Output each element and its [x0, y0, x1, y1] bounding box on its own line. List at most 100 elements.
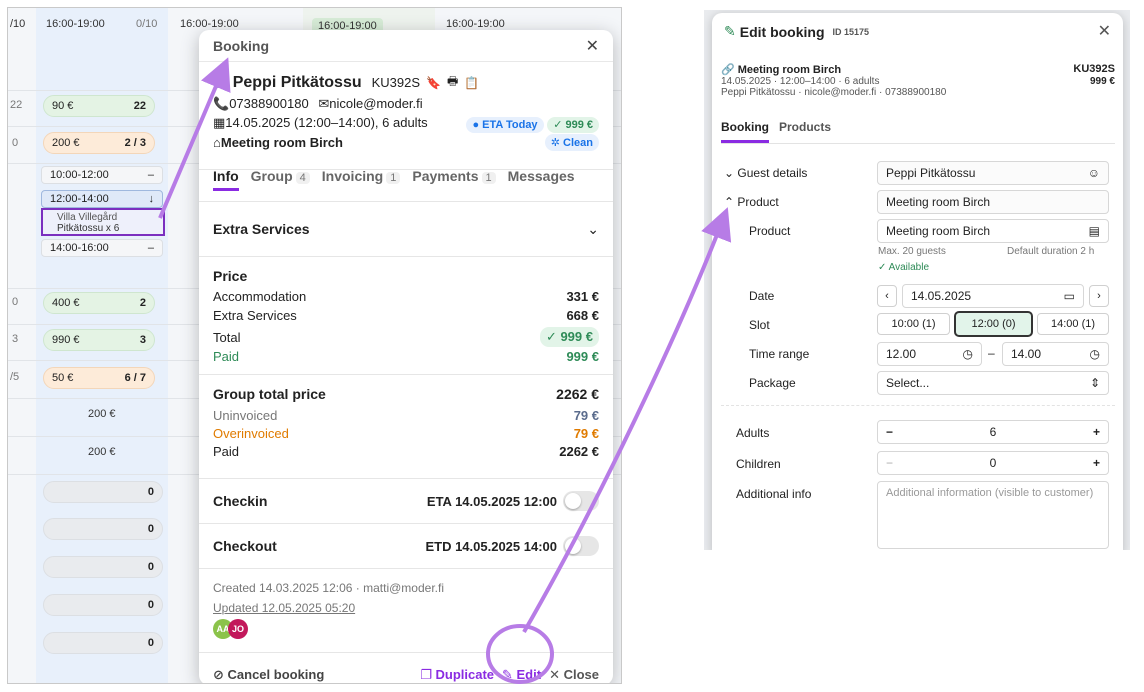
- checkin-section: Checkin ETA 14.05.2025 12:00: [199, 479, 613, 524]
- group-total-section: Group total price 2262 € Uninvoiced 79 € O…: [199, 375, 613, 479]
- adults-stepper[interactable]: −6 +: [877, 420, 1109, 444]
- time-from-field[interactable]: 12.00 ◷: [877, 342, 982, 366]
- calendar-screenshot: /10 16:00-19:00 0/10 16:00-19:00 16:00-1…: [7, 7, 622, 684]
- tab-group[interactable]: Group 4: [251, 168, 310, 191]
- slot-button[interactable]: 10:00 (1): [877, 313, 950, 335]
- price-text: 200 €: [88, 408, 116, 420]
- edit-button[interactable]: ✎ Edit: [502, 667, 541, 683]
- plus-icon[interactable]: +: [1093, 425, 1100, 439]
- package-select[interactable]: Select... ⇕: [877, 371, 1109, 395]
- slot-count: 0/10: [136, 18, 158, 30]
- edit-booking-panel: ✎ Edit booking ID 15175 ✕ 🔗 Meeting room…: [712, 13, 1123, 550]
- email: nicole@moder.fi: [329, 96, 423, 111]
- slot-button-selected[interactable]: 12:00 (0): [954, 311, 1033, 337]
- booking-dates: 14.05.2025 (12:00–14:00), 6 adults: [225, 115, 428, 130]
- modal-title: Booking: [213, 37, 269, 54]
- product-select[interactable]: Meeting room Birch ▤: [877, 219, 1109, 243]
- minus-icon[interactable]: −: [886, 425, 893, 439]
- max-guests: Max. 20 guests: [878, 246, 946, 257]
- extra-services-section[interactable]: Extra Services ⌄: [199, 202, 613, 257]
- row-count: 0: [12, 137, 19, 149]
- additional-info-textarea[interactable]: Additional information (visible to custo…: [877, 481, 1109, 549]
- duplicate-button[interactable]: ❐ Duplicate: [420, 667, 494, 683]
- booking-modal: Booking ✕ 🔗 Peppi Pitkätossu KU392S 🔖 🖶 …: [199, 30, 613, 683]
- room-name: Meeting room Birch: [220, 135, 343, 150]
- audit-section: Created 14.03.2025 12:06 · matti@moder.f…: [199, 569, 613, 653]
- time-slot-selected[interactable]: 12:00-14:00 ↓: [41, 190, 163, 208]
- row-count: /5: [10, 371, 20, 383]
- calendar-icon: ▭: [1063, 289, 1075, 303]
- booking-summary: 🔗 Meeting room Birch KU392S 14.05.2025 · …: [721, 63, 1115, 98]
- tab-messages[interactable]: Messages: [508, 168, 575, 191]
- empty-cell[interactable]: 0: [43, 594, 163, 616]
- price-section: Price Accommodation 331 € Extra Services 6…: [199, 257, 613, 375]
- clock-icon: ◷: [1089, 347, 1100, 361]
- checkout-toggle[interactable]: [563, 536, 599, 556]
- slot-button[interactable]: 14:00 (1): [1037, 313, 1109, 335]
- empty-cell[interactable]: 0: [43, 481, 163, 503]
- booking-code: KU392S: [371, 75, 421, 90]
- plus-icon[interactable]: +: [1093, 456, 1100, 470]
- price-cell[interactable]: 400 €2: [43, 292, 155, 314]
- modal-footer: ⊘ Cancel booking ❐ Duplicate ✎ Edit ✕ Cl…: [199, 653, 613, 683]
- clean-badge[interactable]: ✲ Clean: [544, 134, 599, 151]
- edit-screenshot: ✎ Edit booking ID 15175 ✕ 🔗 Meeting room…: [704, 10, 1130, 550]
- row-count: 22: [10, 99, 23, 111]
- package-label: Package: [749, 376, 796, 390]
- time-to-field[interactable]: 14.00 ◷: [1002, 342, 1109, 366]
- tab-payments[interactable]: Payments 1: [412, 168, 496, 191]
- bookmark-icon[interactable]: 🔖: [426, 76, 441, 90]
- close-icon[interactable]: ✕: [1098, 21, 1111, 41]
- price-cell[interactable]: 50 €6 / 7: [43, 367, 155, 389]
- calendar-icon: ▦: [213, 115, 226, 130]
- empty-cell[interactable]: 0: [43, 632, 163, 654]
- guest-field[interactable]: Peppi Pitkätossu ☺: [877, 161, 1109, 185]
- print-icon[interactable]: 🖶: [447, 72, 458, 93]
- price-cell[interactable]: 990 €3: [43, 329, 155, 351]
- prev-date-button[interactable]: ‹: [877, 285, 897, 307]
- price-cell[interactable]: 200 €2 / 3: [43, 132, 155, 154]
- children-label: Children: [736, 457, 781, 471]
- clipboard-icon[interactable]: 📋: [464, 76, 479, 90]
- price-cell[interactable]: 90 €22: [43, 95, 155, 117]
- product-label[interactable]: ⌃ Product: [724, 195, 779, 209]
- checkin-toggle[interactable]: [563, 491, 599, 511]
- phone: 07388900180: [229, 96, 309, 111]
- time-range-label: Time range: [749, 347, 810, 361]
- close-icon[interactable]: ✕: [586, 36, 599, 56]
- time-slot[interactable]: 10:00-12:00–: [41, 166, 163, 184]
- tab-booking[interactable]: Booking: [721, 120, 769, 143]
- pencil-icon: ✎: [724, 23, 736, 39]
- clock-icon: ◷: [962, 347, 973, 361]
- slot-count: /10: [10, 18, 26, 30]
- eta-badge: ● ETA Today: [466, 116, 544, 133]
- home-icon: ⌂: [213, 135, 221, 150]
- product-field: Meeting room Birch: [877, 190, 1109, 214]
- slot-time: 16:00-19:00: [446, 18, 505, 30]
- empty-cell[interactable]: 0: [43, 556, 163, 578]
- time-slot[interactable]: 14:00-16:00–: [41, 239, 163, 257]
- additional-info-label: Additional info: [736, 487, 812, 501]
- updated-link[interactable]: Updated 12.05.2025 05:20: [213, 601, 599, 615]
- row-count: 3: [12, 333, 19, 345]
- price-text: 200 €: [88, 446, 116, 458]
- guest-details-label[interactable]: ⌄ Guest details: [724, 166, 807, 180]
- product-sub-label: Product: [749, 224, 791, 238]
- children-stepper[interactable]: −0 +: [877, 451, 1109, 475]
- minus-icon[interactable]: −: [886, 456, 893, 470]
- tab-products[interactable]: Products: [779, 120, 831, 143]
- close-button[interactable]: ✕ Close: [549, 667, 599, 683]
- edit-tabs: Booking Products: [721, 120, 831, 143]
- tab-invoicing[interactable]: Invoicing 1: [322, 168, 401, 191]
- booking-chip[interactable]: Villa Villegård Pitkätossu x 6: [41, 208, 165, 236]
- booking-id: ID 15175: [832, 26, 870, 37]
- updown-icon: ⇕: [1089, 376, 1100, 390]
- next-date-button[interactable]: ›: [1089, 285, 1109, 307]
- tab-info[interactable]: Info: [213, 168, 239, 191]
- date-field[interactable]: 14.05.2025 ▭: [902, 284, 1084, 308]
- date-label: Date: [749, 289, 775, 303]
- edit-title: Edit booking: [739, 23, 825, 40]
- cancel-booking-button[interactable]: ⊘ Cancel booking: [213, 667, 324, 683]
- empty-cell[interactable]: 0: [43, 518, 163, 540]
- paid-badge: ✓ 999 €: [547, 116, 599, 133]
